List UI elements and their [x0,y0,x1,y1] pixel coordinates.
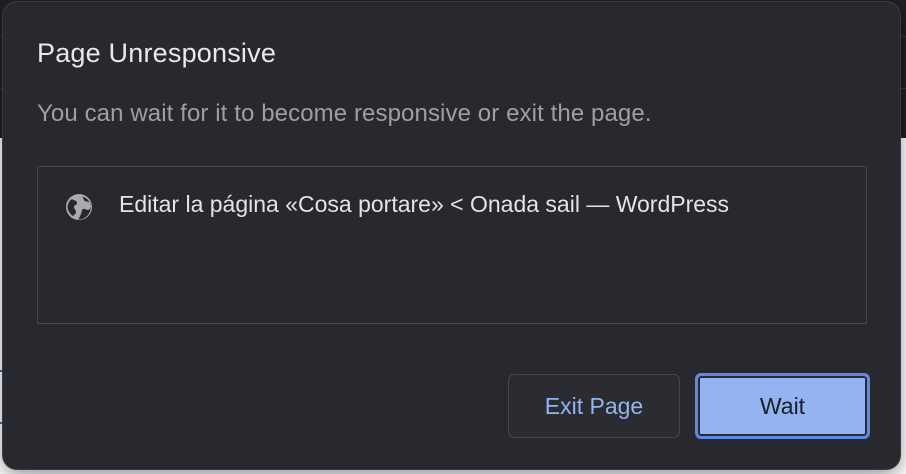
unresponsive-page-list: Editar la página «Cosa portare» < Onada … [37,166,867,324]
page-title-label: Editar la página «Cosa portare» < Onada … [119,191,730,217]
globe-icon [66,194,92,220]
exit-page-button[interactable]: Exit Page [508,374,680,438]
dialog-message: You can wait for it to become responsive… [37,100,652,127]
page-unresponsive-dialog: Page Unresponsive You can wait for it to… [3,2,900,469]
dialog-title: Page Unresponsive [37,38,277,68]
wait-button[interactable]: Wait [695,373,870,439]
list-item: Editar la página «Cosa portare» < Onada … [38,167,866,243]
